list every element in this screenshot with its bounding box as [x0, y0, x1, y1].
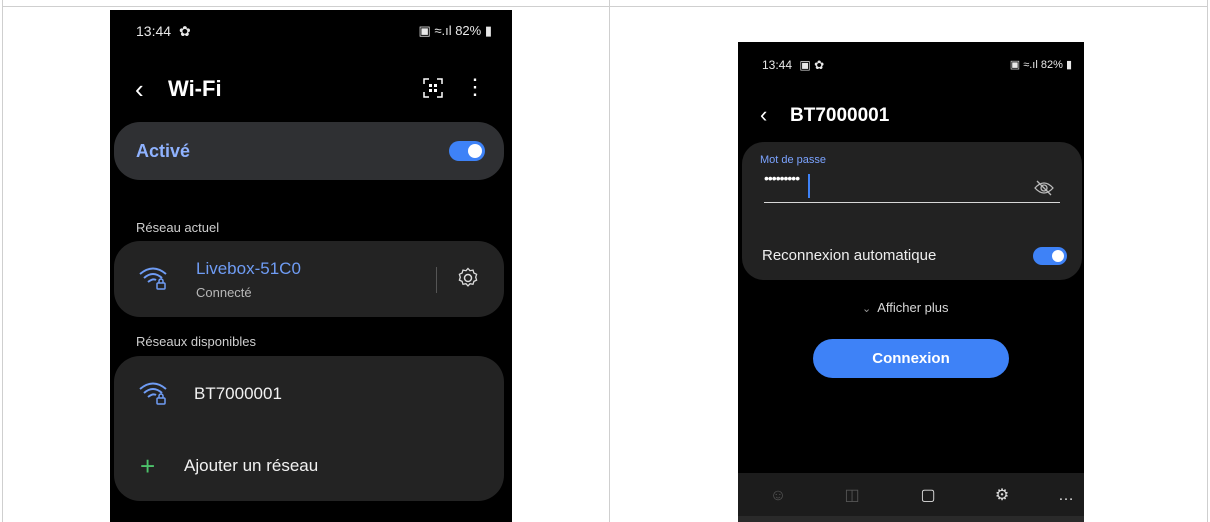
show-more-button[interactable]: ⌄ Afficher plus [862, 300, 949, 315]
network-settings-gear-icon[interactable] [457, 267, 479, 294]
more-options-icon[interactable]: ⋮ [464, 76, 486, 98]
add-network-button[interactable]: Ajouter un réseau [184, 456, 318, 476]
table-right-border [1207, 0, 1208, 522]
available-network-name[interactable]: BT7000001 [194, 384, 282, 404]
status-bar-left: 13:44 ▣ ✿ [762, 58, 824, 72]
settings-gear-status-icon: ✿ [178, 23, 191, 39]
signal-icons: ▣ ≈.ıl [1009, 59, 1041, 71]
status-bar-right: ▣ ≈.ıl 82% ▮ [418, 23, 492, 39]
table-left-border [2, 0, 3, 522]
row-divider [436, 267, 437, 293]
sticker-icon[interactable]: ◫ [840, 484, 864, 508]
battery-icon: ▮ [481, 23, 492, 38]
current-network-status: Connecté [196, 285, 252, 300]
wifi-toggle[interactable] [449, 141, 485, 161]
plus-icon[interactable]: + [140, 453, 155, 479]
wifi-secured-icon [138, 380, 168, 411]
wifi-password-screen: 13:44 ▣ ✿ ▣ ≈.ıl 82% ▮ ‹ BT7000001 Mot d… [738, 42, 1084, 522]
more-options-icon[interactable]: … [1054, 484, 1078, 508]
table-middle-border [609, 0, 610, 522]
available-networks-card: BT7000001 + Ajouter un réseau [114, 356, 504, 501]
auto-reconnect-toggle[interactable] [1033, 247, 1067, 265]
wifi-master-toggle-row[interactable]: Activé [114, 122, 504, 180]
text-cursor [808, 174, 810, 198]
status-bar-right: ▣ ≈.ıl 82% ▮ [1010, 58, 1072, 71]
keyboard-top-row [738, 516, 1084, 522]
signal-icons: ▣ ≈.ıl [418, 23, 456, 38]
gallery-status-icon: ▣ [799, 58, 811, 72]
wifi-enabled-label: Activé [136, 141, 191, 161]
available-networks-heading: Réseaux disponibles [136, 334, 256, 349]
table-top-border [2, 6, 1208, 7]
battery-icon: ▮ [1062, 59, 1072, 71]
password-label: Mot de passe [760, 154, 827, 166]
password-underline [764, 202, 1060, 203]
keyboard-settings-icon[interactable]: ⚙ [990, 484, 1014, 508]
page-title: BT7000001 [790, 105, 890, 126]
show-more-label: Afficher plus [877, 300, 949, 315]
back-arrow-icon[interactable]: ‹ [760, 104, 767, 126]
current-network-row[interactable]: Livebox-51C0 Connecté [114, 241, 504, 317]
back-arrow-icon[interactable]: ‹ [135, 76, 144, 102]
toggle-knob [1052, 250, 1064, 262]
wifi-settings-screen: 13:44 ✿ ▣ ≈.ıl 82% ▮ ‹ Wi-Fi ⋮ Activé Ré… [110, 10, 512, 522]
battery-percent: 82% [455, 23, 482, 38]
status-time: 13:44 [136, 23, 172, 39]
keyboard-toolbar: ☺ ◫ ▢ ⚙ … [738, 473, 1084, 522]
page-title: Wi-Fi [168, 76, 222, 101]
current-network-name: Livebox-51C0 [196, 259, 301, 278]
current-network-heading: Réseau actuel [136, 220, 220, 235]
auto-reconnect-label: Reconnexion automatique [762, 247, 937, 264]
status-bar-left: 13:44 ✿ [136, 23, 191, 40]
clipboard-icon[interactable]: ▢ [916, 484, 940, 508]
toggle-knob [468, 144, 482, 158]
wifi-secured-icon [138, 265, 168, 296]
status-time: 13:44 [762, 58, 793, 72]
emoji-icon[interactable]: ☺ [766, 484, 790, 508]
password-card: Mot de passe ••••••••• Reconnexion autom… [742, 142, 1082, 280]
battery-percent: 82% [1040, 59, 1063, 71]
password-input[interactable]: ••••••••• [764, 170, 800, 186]
chevron-down-icon: ⌄ [862, 303, 872, 315]
qr-scan-icon[interactable] [423, 78, 443, 103]
settings-gear-status-icon: ✿ [814, 58, 825, 72]
connect-button[interactable]: Connexion [813, 339, 1009, 378]
hide-password-icon[interactable] [1034, 180, 1054, 201]
